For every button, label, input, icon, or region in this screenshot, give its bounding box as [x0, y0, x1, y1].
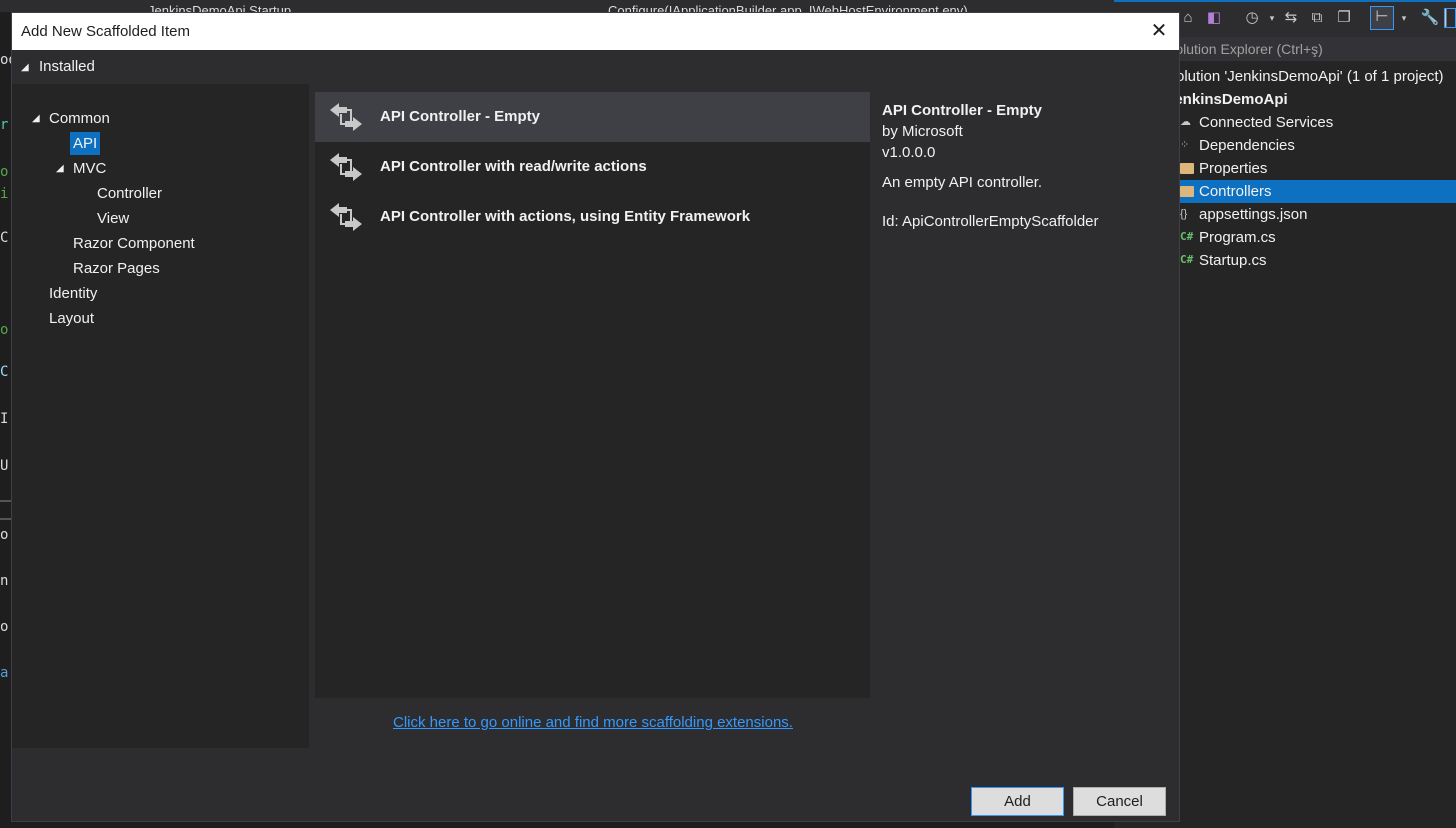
tree-item-label: JenkinsDemoApi: [1166, 91, 1288, 108]
vs-switch-views-icon[interactable]: ◧: [1204, 8, 1224, 28]
template-label: API Controller with actions, using Entit…: [380, 208, 751, 225]
api-controller-icon: [330, 203, 362, 231]
category-label: API: [73, 135, 98, 152]
category-label: Razor Component: [73, 235, 195, 252]
chevron-down-icon[interactable]: ▾: [1262, 8, 1282, 28]
category-tree: ◢ Installed ◢ Common API ◢ MVC Controlle…: [12, 50, 309, 748]
tree-item-label: Connected Services: [1199, 114, 1334, 131]
tree-item-label: Program.cs: [1199, 229, 1276, 246]
details-version: v1.0.0.0: [882, 144, 936, 161]
category-razor-pages[interactable]: Razor Pages: [73, 257, 160, 280]
category-label: MVC: [73, 160, 107, 177]
category-label: Common: [49, 110, 110, 127]
panel-divider: [0, 500, 11, 502]
code-editor-edge: oo r o i C o C I U o n o a: [0, 12, 11, 828]
details-description: An empty API controller.: [882, 174, 1043, 191]
show-all-files-icon[interactable]: ❐: [1334, 8, 1354, 28]
tree-item-label: Startup.cs: [1199, 252, 1267, 269]
tree-item-label: Solution 'JenkinsDemoApi' (1 of 1 projec…: [1166, 68, 1444, 85]
add-button[interactable]: Add: [971, 787, 1064, 816]
category-label: View: [97, 210, 130, 227]
category-api[interactable]: API: [70, 132, 101, 155]
code-fragment: C: [0, 230, 9, 246]
code-fragment: r: [0, 117, 9, 133]
details-title: API Controller - Empty: [882, 102, 1043, 119]
editor-tab-startup[interactable]: JenkinsDemoApi.Startup: [148, 0, 291, 12]
installed-label: Installed: [39, 58, 95, 75]
folder-icon: [1180, 163, 1194, 174]
online-extensions-link[interactable]: Click here to go online and find more sc…: [393, 714, 793, 731]
template-item[interactable]: API Controller with read/write actions: [315, 142, 870, 192]
category-razor-component[interactable]: Razor Component: [73, 232, 195, 255]
add-scaffolded-item-dialog: Add New Scaffolded Item ✕ ◢ Installed ◢ …: [11, 12, 1180, 822]
details-author: by Microsoft: [882, 123, 963, 140]
dialog-title: Add New Scaffolded Item: [21, 23, 190, 40]
category-controller[interactable]: Controller: [97, 182, 162, 205]
focus-indicator: [1114, 0, 1456, 2]
code-fragment: i: [0, 186, 9, 202]
code-fragment: oo: [0, 52, 11, 68]
category-label: Layout: [49, 310, 95, 327]
code-fragment: C: [0, 364, 9, 380]
panel-divider: [0, 518, 11, 520]
wrench-icon[interactable]: 🔧: [1420, 8, 1440, 28]
api-controller-icon: [330, 103, 362, 131]
code-fragment: a: [0, 665, 9, 681]
code-fragment: o: [0, 164, 9, 180]
expand-arrow-icon: ◢: [32, 113, 40, 124]
template-item[interactable]: API Controller with actions, using Entit…: [315, 192, 870, 242]
history-icon[interactable]: ◷: [1242, 8, 1262, 28]
connected-services-icon: ☁: [1180, 116, 1191, 128]
category-label: Identity: [49, 285, 98, 302]
tree-item-label: Dependencies: [1199, 137, 1295, 154]
json-file-icon: {}: [1180, 208, 1188, 220]
code-fragment: I: [0, 411, 9, 427]
dependencies-icon: ⁘: [1180, 139, 1190, 151]
code-fragment: o: [0, 322, 9, 338]
template-label: API Controller - Empty: [380, 108, 541, 125]
collapse-all-icon[interactable]: ⧉: [1307, 8, 1327, 28]
template-label: API Controller with read/write actions: [380, 158, 647, 175]
category-view[interactable]: View: [97, 207, 129, 230]
api-controller-icon: [330, 153, 362, 181]
template-item[interactable]: API Controller - Empty: [315, 92, 870, 142]
preview-icon[interactable]: ▏: [1444, 8, 1456, 28]
tree-item-label: Controllers: [1199, 183, 1272, 200]
folder-icon: [1180, 186, 1194, 197]
scaffold-template-list: API Controller - Empty API Controller wi…: [315, 92, 870, 698]
code-fragment: n: [0, 573, 9, 589]
category-identity[interactable]: Identity: [49, 282, 97, 305]
solution-view-icon[interactable]: ⊢: [1370, 6, 1394, 30]
installed-header[interactable]: ◢ Installed: [12, 50, 309, 84]
tree-item-label: Properties: [1199, 160, 1268, 177]
expand-arrow-icon: ◢: [21, 62, 29, 73]
tree-item-label: appsettings.json: [1199, 206, 1308, 223]
close-icon[interactable]: ✕: [1149, 21, 1169, 41]
editor-member-dropdown[interactable]: Configure(IApplicationBuilder app, IWebH…: [608, 0, 968, 12]
category-mvc[interactable]: ◢ MVC: [56, 157, 107, 180]
home-icon[interactable]: ⌂: [1178, 8, 1198, 28]
code-fragment: o: [0, 527, 9, 543]
sync-icon[interactable]: ⇆: [1281, 8, 1301, 28]
category-label: Razor Pages: [73, 260, 160, 277]
expand-arrow-icon: ◢: [56, 163, 64, 174]
dialog-title-bar: Add New Scaffolded Item ✕: [12, 13, 1179, 50]
chevron-down-icon[interactable]: ▾: [1394, 8, 1414, 28]
list-header-area: [309, 50, 1179, 92]
category-common[interactable]: ◢ Common: [32, 107, 110, 130]
code-fragment: o: [0, 619, 9, 635]
csharp-file-icon: C#: [1180, 230, 1194, 243]
category-label: Controller: [97, 185, 163, 202]
code-fragment: U: [0, 458, 9, 474]
cancel-button[interactable]: Cancel: [1073, 787, 1166, 816]
csharp-file-icon: C#: [1180, 253, 1194, 266]
category-layout[interactable]: Layout: [49, 307, 94, 330]
details-id: Id: ApiControllerEmptyScaffolder: [882, 213, 1099, 230]
template-details-pane: API Controller - Empty by Microsoft v1.0…: [870, 92, 1179, 698]
